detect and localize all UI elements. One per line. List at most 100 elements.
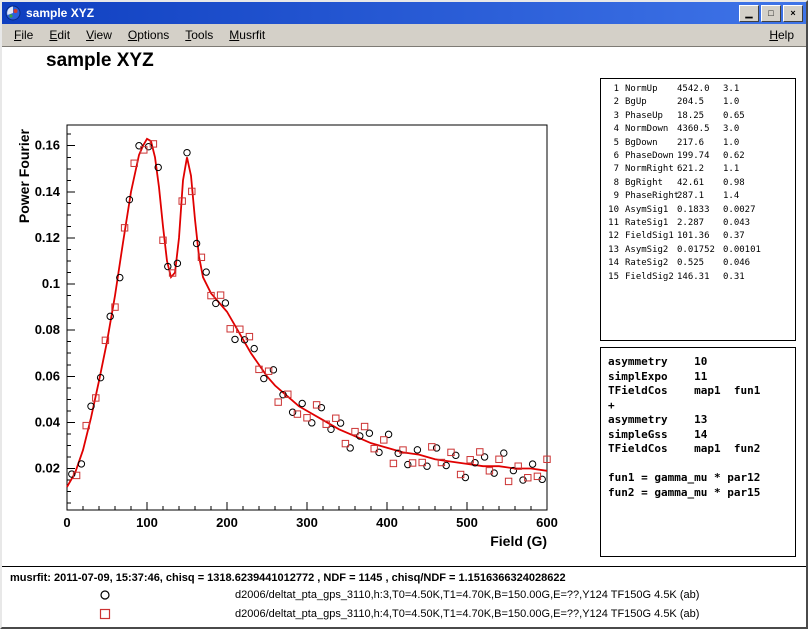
data-point-square (313, 402, 319, 408)
param-pname: PhaseUp (625, 110, 677, 123)
data-point-square (217, 292, 223, 298)
param-pname: PhaseRight (625, 190, 677, 203)
param-pval: 287.1 (677, 190, 723, 203)
legend-marker-square (98, 607, 112, 621)
legend-label: d2006/deltat_pta_gps_3110,h:4,T0=4.50K,T… (235, 608, 699, 620)
param-perr: 0.31 (723, 271, 795, 284)
param-pname: BgDown (625, 137, 677, 150)
plot-frame (67, 125, 547, 510)
param-row: 5BgDown217.61.0 (607, 137, 795, 150)
param-pname: RateSig1 (625, 217, 677, 230)
status-info: musrfit: 2011-07-09, 15:37:46, chisq = 1… (10, 572, 566, 584)
y-tick-label: 0.1 (42, 276, 60, 291)
data-point-square (381, 437, 387, 443)
param-pn: 6 (607, 150, 619, 163)
menubar: FileEditViewOptionsToolsMusrfit Help (2, 24, 806, 47)
param-perr: 0.00101 (723, 244, 795, 257)
param-pn: 14 (607, 257, 619, 270)
menu-options[interactable]: Options (120, 25, 177, 45)
legend-label: d2006/deltat_pta_gps_3110,h:3,T0=4.50K,T… (235, 589, 699, 601)
data-point-circle (174, 260, 180, 266)
param-pn: 2 (607, 96, 619, 109)
data-point-circle (501, 450, 507, 456)
param-pn: 9 (607, 190, 619, 203)
theory-line: asymmetry 13 (608, 413, 795, 428)
menu-help[interactable]: Help (761, 25, 802, 45)
theory-line: simpleGss 14 (608, 428, 795, 443)
param-perr: 0.37 (723, 230, 795, 243)
param-row: 8BgRight42.610.98 (607, 177, 795, 190)
data-point-circle (289, 409, 295, 415)
param-row: 6PhaseDown199.740.62 (607, 150, 795, 163)
param-perr: 1.0 (723, 137, 795, 150)
param-pname: AsymSig2 (625, 244, 677, 257)
app-icon (5, 5, 21, 21)
data-point-square (304, 415, 310, 421)
data-point-circle (213, 300, 219, 306)
param-row: 3PhaseUp18.250.65 (607, 110, 795, 123)
param-pn: 12 (607, 230, 619, 243)
y-tick-label: 0.08 (35, 322, 60, 337)
param-perr: 1.4 (723, 190, 795, 203)
param-perr: 0.98 (723, 177, 795, 190)
param-pname: NormRight (625, 163, 677, 176)
param-pval: 101.36 (677, 230, 723, 243)
x-axis-title: Field (G) (490, 533, 547, 549)
y-tick-label: 0.04 (35, 414, 61, 429)
x-tick-label: 500 (456, 515, 478, 530)
param-pval: 0.1833 (677, 204, 723, 217)
param-perr: 0.65 (723, 110, 795, 123)
data-point-square (361, 423, 367, 429)
param-pn: 11 (607, 217, 619, 230)
param-pn: 7 (607, 163, 619, 176)
menu-edit[interactable]: Edit (41, 25, 78, 45)
param-row: 4NormDown4360.53.0 (607, 123, 795, 136)
y-axis-title: Power Fourier (16, 128, 32, 223)
menu-view[interactable]: View (78, 25, 120, 45)
menu-file[interactable]: File (6, 25, 41, 45)
param-perr: 1.0 (723, 96, 795, 109)
close-button[interactable]: × (783, 5, 803, 22)
param-row: 10AsymSig10.18330.0027 (607, 204, 795, 217)
param-perr: 0.046 (723, 257, 795, 270)
theory-line: asymmetry 10 (608, 355, 795, 370)
param-pname: FieldSig1 (625, 230, 677, 243)
data-point-circle (299, 400, 305, 406)
data-point-circle (520, 477, 526, 483)
minimize-button[interactable]: ▁ (739, 5, 759, 22)
param-pval: 0.525 (677, 257, 723, 270)
param-pval: 199.74 (677, 150, 723, 163)
data-point-circle (347, 445, 353, 451)
y-tick-label: 0.02 (35, 461, 60, 476)
param-perr: 0.0027 (723, 204, 795, 217)
x-tick-label: 300 (296, 515, 318, 530)
canvas-area: sample XYZ 01002003004005006000.020.040.… (2, 47, 806, 566)
param-pval: 204.5 (677, 96, 723, 109)
param-pn: 4 (607, 123, 619, 136)
param-row: 13 AsymSig20.017520.00101 (607, 244, 795, 257)
y-tick-label: 0.14 (35, 184, 61, 199)
data-point-circle (222, 300, 228, 306)
param-row: 14 RateSig20.5250.046 (607, 257, 795, 270)
data-point-square (457, 471, 463, 477)
maximize-button[interactable]: □ (761, 5, 781, 22)
menubar-right: Help (761, 25, 802, 45)
x-tick-label: 200 (216, 515, 238, 530)
param-box: 1NormUp4542.03.12BgUp204.51.03PhaseUp18.… (600, 78, 796, 341)
data-point-square (534, 473, 540, 479)
menu-musrfit[interactable]: Musrfit (221, 25, 273, 45)
param-pname: RateSig2 (625, 257, 677, 270)
param-pval: 0.01752 (677, 244, 723, 257)
param-pname: BgRight (625, 177, 677, 190)
param-pval: 4360.5 (677, 123, 723, 136)
param-pn: 10 (607, 204, 619, 217)
param-row: 15FieldSig2146.310.31 (607, 271, 795, 284)
param-pn: 13 (607, 244, 619, 257)
menu-tools[interactable]: Tools (177, 25, 221, 45)
param-pn: 3 (607, 110, 619, 123)
theory-line: simplExpo 11 (608, 370, 795, 385)
param-pname: PhaseDown (625, 150, 677, 163)
titlebar: sample XYZ ▁ □ × (2, 2, 806, 24)
data-point-circle (529, 461, 535, 467)
data-point-square (390, 460, 396, 466)
